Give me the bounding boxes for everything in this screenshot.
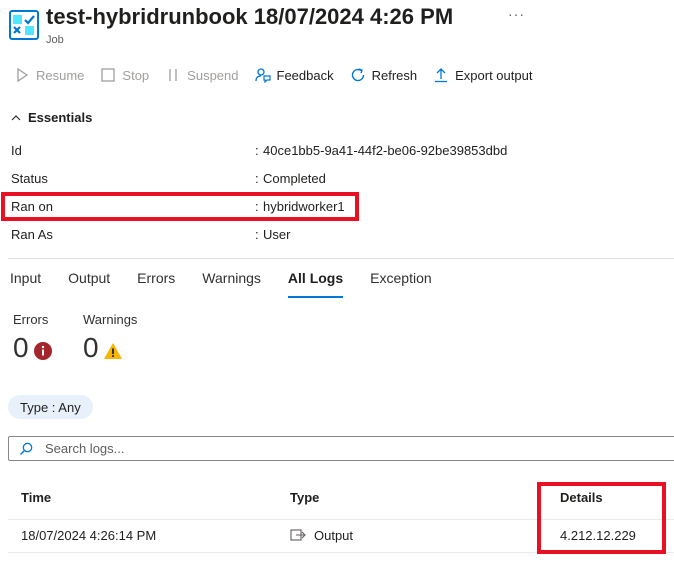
tab-errors[interactable]: Errors	[137, 270, 175, 298]
stop-label: Stop	[122, 67, 150, 83]
log-tabs: Input Output Errors Warnings All Logs Ex…	[10, 270, 459, 298]
upload-icon	[433, 67, 449, 83]
warnings-count: 0	[83, 332, 99, 363]
errors-count: 0	[13, 332, 29, 363]
page-title: test-hybridrunbook 18/07/2024 4:26 PM	[46, 4, 454, 29]
divider	[8, 258, 674, 259]
row-type-label: Output	[314, 528, 354, 543]
essentials-toggle[interactable]: Essentials	[10, 110, 92, 125]
resume-button[interactable]: Resume	[14, 67, 84, 83]
ran-on-highlight-box	[1, 192, 359, 221]
suspend-button[interactable]: Suspend	[165, 67, 239, 83]
feedback-button[interactable]: Feedback	[254, 67, 334, 83]
warnings-summary: Warnings 0	[83, 312, 137, 363]
essentials-value: User	[263, 227, 291, 242]
row-type[interactable]: Output	[290, 528, 353, 543]
stop-icon	[100, 67, 116, 83]
page-header: test-hybridrunbook 18/07/2024 4:26 PM ··…	[8, 4, 668, 48]
tab-exception[interactable]: Exception	[370, 270, 431, 298]
refresh-icon	[350, 67, 366, 83]
search-icon	[20, 442, 33, 455]
search-logs-input[interactable]	[45, 441, 605, 456]
more-options-icon[interactable]: ···	[508, 6, 525, 22]
feedback-label: Feedback	[276, 67, 334, 83]
tab-all-logs[interactable]: All Logs	[287, 270, 344, 298]
warnings-label: Warnings	[83, 312, 138, 327]
warning-icon	[103, 343, 122, 359]
feedback-icon	[254, 67, 271, 83]
output-icon	[290, 528, 306, 541]
runbook-job-icon	[9, 10, 39, 40]
error-icon	[33, 342, 52, 360]
stop-button[interactable]: Stop	[100, 67, 149, 83]
command-bar: Resume Stop Suspend Feedback Refresh Exp…	[14, 64, 664, 86]
column-header-time[interactable]: Time	[21, 490, 51, 505]
tab-input[interactable]: Input	[10, 270, 41, 298]
search-box	[8, 436, 674, 461]
row-time[interactable]: 18/07/2024 4:26:14 PM	[21, 528, 156, 543]
pause-icon	[165, 67, 181, 83]
essentials-key: Id	[11, 143, 22, 158]
page-subtitle: Job	[46, 34, 64, 46]
export-output-label: Export output	[455, 67, 533, 83]
export-output-button[interactable]: Export output	[433, 67, 532, 83]
resume-label: Resume	[36, 67, 85, 83]
refresh-label: Refresh	[371, 67, 418, 83]
essentials-value: Completed	[263, 171, 326, 186]
column-header-type[interactable]: Type	[290, 490, 319, 505]
play-icon	[14, 67, 30, 83]
errors-summary: Errors 0	[13, 312, 53, 363]
essentials-title: Essentials	[28, 110, 93, 125]
essentials-value: 40ce1bb5-9a41-44f2-be06-92be39853dbd	[263, 143, 508, 158]
essentials-key: Status	[11, 171, 48, 186]
type-filter-pill[interactable]: Type : Any	[8, 395, 93, 419]
errors-label: Errors	[13, 312, 49, 327]
refresh-button[interactable]: Refresh	[350, 67, 418, 83]
details-highlight-box	[537, 482, 666, 554]
tab-warnings[interactable]: Warnings	[202, 270, 261, 298]
suspend-label: Suspend	[187, 67, 239, 83]
chevron-up-icon	[11, 114, 21, 120]
tab-output[interactable]: Output	[68, 270, 110, 298]
essentials-key: Ran As	[11, 227, 53, 242]
